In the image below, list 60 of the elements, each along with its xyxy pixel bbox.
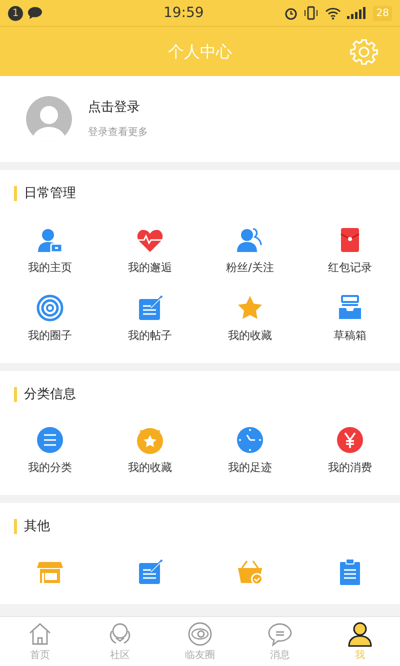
menu-label: 我的圈子 [28, 328, 72, 344]
user-icon [347, 620, 373, 646]
avatar-icon [26, 96, 72, 142]
section-accent [14, 518, 17, 534]
inbox-tray-icon [336, 294, 364, 322]
note-edit-icon [136, 294, 164, 322]
home-icon [27, 620, 53, 646]
menu-label: 我的主页 [28, 260, 72, 276]
menu-item[interactable]: 我的足迹 [200, 426, 300, 476]
menu-label: 我的足迹 [228, 460, 272, 476]
menu-item[interactable]: 草稿箱 [300, 294, 400, 344]
menu-item[interactable]: 粉丝/关注 [200, 226, 300, 276]
list-icon [36, 426, 64, 454]
menu-item[interactable]: 我的主页 [0, 226, 100, 276]
menu-item[interactable]: 我的消费 [300, 426, 400, 476]
notification-count: 1 [8, 6, 23, 20]
menu-label: 我的收藏 [128, 460, 172, 476]
yen-icon [336, 426, 364, 454]
section-accent [14, 386, 17, 402]
menu-label: 粉丝/关注 [226, 260, 274, 276]
note-edit-icon [136, 558, 164, 586]
menu-item[interactable]: 红包记录 [300, 226, 400, 276]
clock-time: 19:59 [162, 4, 205, 22]
clock-icon [236, 426, 264, 454]
orbit-icon [187, 620, 213, 646]
section-title: 分类信息 [24, 386, 76, 404]
battery-level: 28 [373, 6, 392, 20]
login-link[interactable]: 点击登录 [88, 98, 148, 118]
menu-label: 我的消费 [328, 460, 372, 476]
target-icon [36, 294, 64, 322]
alarm-icon [284, 6, 298, 20]
section-title: 其他 [24, 518, 50, 536]
menu-item[interactable]: 我的收藏 [100, 426, 200, 476]
login-hint: 登录查看更多 [88, 126, 148, 140]
section-title: 日常管理 [24, 185, 76, 203]
menu-item[interactable]: 我的帖子 [100, 294, 200, 344]
menu-label: 我的收藏 [228, 328, 272, 344]
menu-item[interactable]: 我的收藏 [200, 294, 300, 344]
menu-label: 草稿箱 [334, 328, 366, 344]
chat-icon [27, 6, 43, 20]
basket-check-icon [236, 558, 264, 586]
menu-label: 红包记录 [328, 260, 372, 276]
vibrate-icon [303, 6, 320, 20]
signal-icon [347, 7, 368, 19]
profile-card[interactable]: 点击登录 登录查看更多 [0, 76, 400, 162]
page-title: 个人中心 [168, 40, 232, 62]
section-accent [14, 186, 17, 202]
settings-icon[interactable] [350, 38, 378, 66]
wifi-icon [325, 6, 342, 20]
hands-icon [107, 620, 133, 646]
menu-label: 我的帖子 [128, 328, 172, 344]
menu-item[interactable]: 我的分类 [0, 426, 100, 476]
menu-item[interactable]: 我的圈子 [0, 294, 100, 344]
users-icon [236, 226, 264, 254]
menu-label: 我的分类 [28, 460, 72, 476]
star-box-icon [136, 426, 164, 454]
star-icon [236, 294, 264, 322]
chat-bubble-icon [267, 620, 293, 646]
menu-item[interactable]: 我的邂逅 [100, 226, 200, 276]
menu-label: 我的邂逅 [128, 260, 172, 276]
